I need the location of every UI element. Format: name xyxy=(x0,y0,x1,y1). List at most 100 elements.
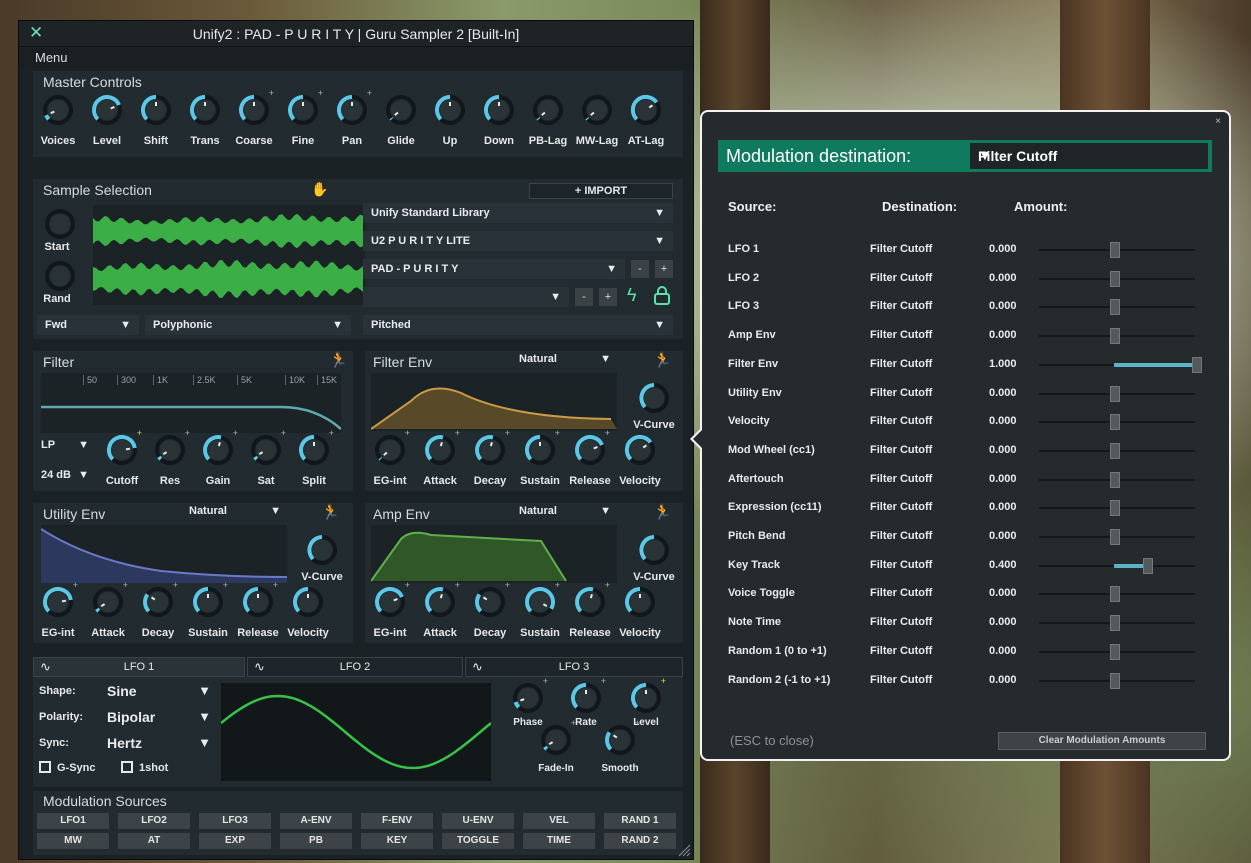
mod-source-button-a-env[interactable]: A-ENV xyxy=(280,813,352,829)
sustain-knob[interactable]: + xyxy=(191,580,228,619)
tab-lfo-2[interactable]: ∿ LFO 2 xyxy=(247,657,463,677)
prev-patch-button[interactable]: - xyxy=(631,260,649,278)
amount-slider-thumb[interactable] xyxy=(1110,271,1120,287)
oneshot-checkbox[interactable] xyxy=(121,761,133,773)
smooth-knob[interactable]: + xyxy=(603,718,640,757)
amount-slider-thumb[interactable] xyxy=(1110,615,1120,631)
attack-knob[interactable]: + xyxy=(91,580,128,619)
amount-slider-thumb[interactable] xyxy=(1110,443,1120,459)
phase-knob[interactable]: + xyxy=(511,676,548,715)
res-knob[interactable]: + xyxy=(153,428,190,467)
filter-env-mode-dropdown[interactable]: Natural ▼ xyxy=(519,353,619,373)
import-button[interactable]: + IMPORT xyxy=(529,183,673,199)
mod-source-button-lfo3[interactable]: LFO3 xyxy=(199,813,271,829)
next-patch-button[interactable]: + xyxy=(655,260,673,278)
fine-knob[interactable]: + xyxy=(286,88,323,127)
start-knob[interactable] xyxy=(43,207,75,239)
amount-slider-thumb[interactable] xyxy=(1110,673,1120,689)
run-icon[interactable]: 🏃 xyxy=(329,351,348,369)
attack-knob[interactable]: + xyxy=(423,428,460,467)
prev-layer-button[interactable]: - xyxy=(575,288,593,306)
release-knob[interactable]: + xyxy=(241,580,278,619)
destination-dropdown[interactable]: Filter Cutoff ▼ xyxy=(970,143,1208,169)
mod-source-button-u-env[interactable]: U-ENV xyxy=(442,813,514,829)
rate-knob[interactable]: + xyxy=(569,676,606,715)
eg-int-knob[interactable]: + xyxy=(373,580,410,619)
cutoff-knob[interactable]: + xyxy=(105,428,142,467)
eg-int-knob[interactable]: + xyxy=(41,580,78,619)
v-curve-knob[interactable] xyxy=(637,381,671,415)
amount-slider-thumb[interactable] xyxy=(1110,529,1120,545)
attack-knob[interactable]: + xyxy=(423,580,460,619)
clear-modulation-amounts-button[interactable]: Clear Modulation Amounts xyxy=(998,732,1206,750)
run-icon[interactable]: 🏃 xyxy=(653,503,672,521)
library-dropdown[interactable]: Unify Standard Library ▼ xyxy=(363,203,673,223)
mod-source-button-toggle[interactable]: TOGGLE xyxy=(442,833,514,849)
mod-source-button-pb[interactable]: PB xyxy=(280,833,352,849)
decay-knob[interactable]: + xyxy=(473,428,510,467)
decay-knob[interactable]: + xyxy=(141,580,178,619)
sustain-knob[interactable]: + xyxy=(523,580,560,619)
mod-source-button-key[interactable]: KEY xyxy=(361,833,433,849)
amount-slider-thumb[interactable] xyxy=(1110,242,1120,258)
run-icon[interactable]: 🏃 xyxy=(653,351,672,369)
voice-mode-dropdown[interactable]: Polyphonic ▼ xyxy=(145,315,351,335)
level-knob[interactable] xyxy=(90,93,124,127)
gsync-checkbox[interactable] xyxy=(39,761,51,773)
amount-slider-thumb[interactable] xyxy=(1110,386,1120,402)
mw-lag-knob[interactable] xyxy=(580,93,614,127)
sustain-knob[interactable]: + xyxy=(523,428,560,467)
v-curve-knob[interactable] xyxy=(305,533,339,567)
amount-slider-thumb[interactable] xyxy=(1110,644,1120,660)
amount-slider-thumb[interactable] xyxy=(1110,414,1120,430)
tab-lfo-1[interactable]: ∿ LFO 1 xyxy=(33,657,245,677)
velocity-knob[interactable] xyxy=(623,585,657,619)
sat-knob[interactable]: + xyxy=(249,428,286,467)
amp-env-mode-dropdown[interactable]: Natural ▼ xyxy=(519,505,619,525)
bank-dropdown[interactable]: U2 P U R I T Y LITE ▼ xyxy=(363,231,673,251)
eg-int-knob[interactable]: + xyxy=(373,428,410,467)
hand-icon[interactable]: ✋ xyxy=(311,181,328,198)
patch-dropdown[interactable]: PAD - P U R I T Y ▼ xyxy=(363,259,625,279)
pitch-mode-dropdown[interactable]: Pitched ▼ xyxy=(363,315,673,335)
release-knob[interactable]: + xyxy=(573,428,610,467)
mod-source-button-mw[interactable]: MW xyxy=(37,833,109,849)
trans-knob[interactable] xyxy=(188,93,222,127)
resize-grip-icon[interactable] xyxy=(677,843,691,857)
close-icon[interactable]: × xyxy=(1215,116,1221,127)
rand-knob[interactable] xyxy=(43,259,75,291)
coarse-knob[interactable]: + xyxy=(237,88,274,127)
at-lag-knob[interactable] xyxy=(629,93,663,127)
tab-lfo-3[interactable]: ∿ LFO 3 xyxy=(465,657,683,677)
velocity-knob[interactable] xyxy=(623,433,657,467)
filter-type-dropdown[interactable]: LP ▼ xyxy=(33,435,97,455)
direction-dropdown[interactable]: Fwd ▼ xyxy=(37,315,139,335)
velocity-knob[interactable] xyxy=(291,585,325,619)
filter-slope-dropdown[interactable]: 24 dB ▼ xyxy=(33,465,97,485)
gain-knob[interactable]: + xyxy=(201,428,238,467)
mod-source-button-at[interactable]: AT xyxy=(118,833,190,849)
mod-source-button-rand-1[interactable]: RAND 1 xyxy=(604,813,676,829)
amount-slider-thumb[interactable] xyxy=(1110,586,1120,602)
mod-source-button-exp[interactable]: EXP xyxy=(199,833,271,849)
down-knob[interactable] xyxy=(482,93,516,127)
release-knob[interactable]: + xyxy=(573,580,610,619)
mod-source-button-time[interactable]: TIME xyxy=(523,833,595,849)
amount-slider-thumb[interactable] xyxy=(1192,357,1202,373)
amount-slider-thumb[interactable] xyxy=(1110,328,1120,344)
pan-knob[interactable]: + xyxy=(335,88,372,127)
up-knob[interactable] xyxy=(433,93,467,127)
v-curve-knob[interactable] xyxy=(637,533,671,567)
lfo-polarity-dropdown[interactable]: Bipolar ▼ xyxy=(99,707,219,727)
menu-button[interactable]: Menu xyxy=(19,47,693,69)
lock-icon[interactable] xyxy=(653,285,671,305)
mod-source-button-lfo1[interactable]: LFO1 xyxy=(37,813,109,829)
glide-knob[interactable] xyxy=(384,93,418,127)
level-knob[interactable]: + xyxy=(629,676,666,715)
mod-source-button-vel[interactable]: VEL xyxy=(523,813,595,829)
next-layer-button[interactable]: + xyxy=(599,288,617,306)
amount-slider-thumb[interactable] xyxy=(1143,558,1153,574)
lfo-shape-dropdown[interactable]: Sine ▼ xyxy=(99,681,219,701)
split-knob[interactable]: + xyxy=(297,428,334,467)
mod-source-button-f-env[interactable]: F-ENV xyxy=(361,813,433,829)
